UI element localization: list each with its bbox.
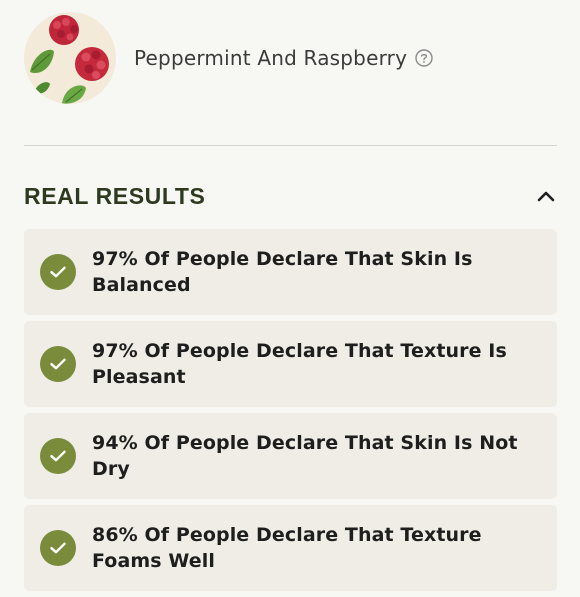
ingredient-name: Peppermint And Raspberry <box>134 46 433 70</box>
result-text: 97% Of People Declare That Skin Is Balan… <box>92 248 473 296</box>
check-icon <box>40 530 76 566</box>
ingredient-name-text: Peppermint And Raspberry <box>134 46 408 70</box>
section-title: REAL RESULTS <box>24 182 206 209</box>
check-icon <box>40 438 76 474</box>
result-item: 94% Of People Declare That Skin Is Not D… <box>24 413 557 499</box>
chevron-up-icon[interactable] <box>533 183 559 209</box>
result-item: 86% Of People Declare That Texture Foams… <box>24 505 557 591</box>
ingredient-image <box>24 12 116 104</box>
result-text: 97% Of People Declare That Texture Is Pl… <box>92 340 507 388</box>
section-divider <box>24 145 557 146</box>
question-circle-icon[interactable] <box>415 48 433 67</box>
check-icon <box>40 254 76 290</box>
ingredient-row: Peppermint And Raspberry <box>24 12 433 104</box>
result-text: 94% Of People Declare That Skin Is Not D… <box>92 432 518 480</box>
result-item: 97% Of People Declare That Skin Is Balan… <box>24 229 557 315</box>
result-text: 86% Of People Declare That Texture Foams… <box>92 524 482 572</box>
results-list: 97% Of People Declare That Skin Is Balan… <box>24 229 557 597</box>
result-item: 97% Of People Declare That Texture Is Pl… <box>24 321 557 407</box>
check-icon <box>40 346 76 382</box>
real-results-header[interactable]: REAL RESULTS <box>24 178 557 214</box>
